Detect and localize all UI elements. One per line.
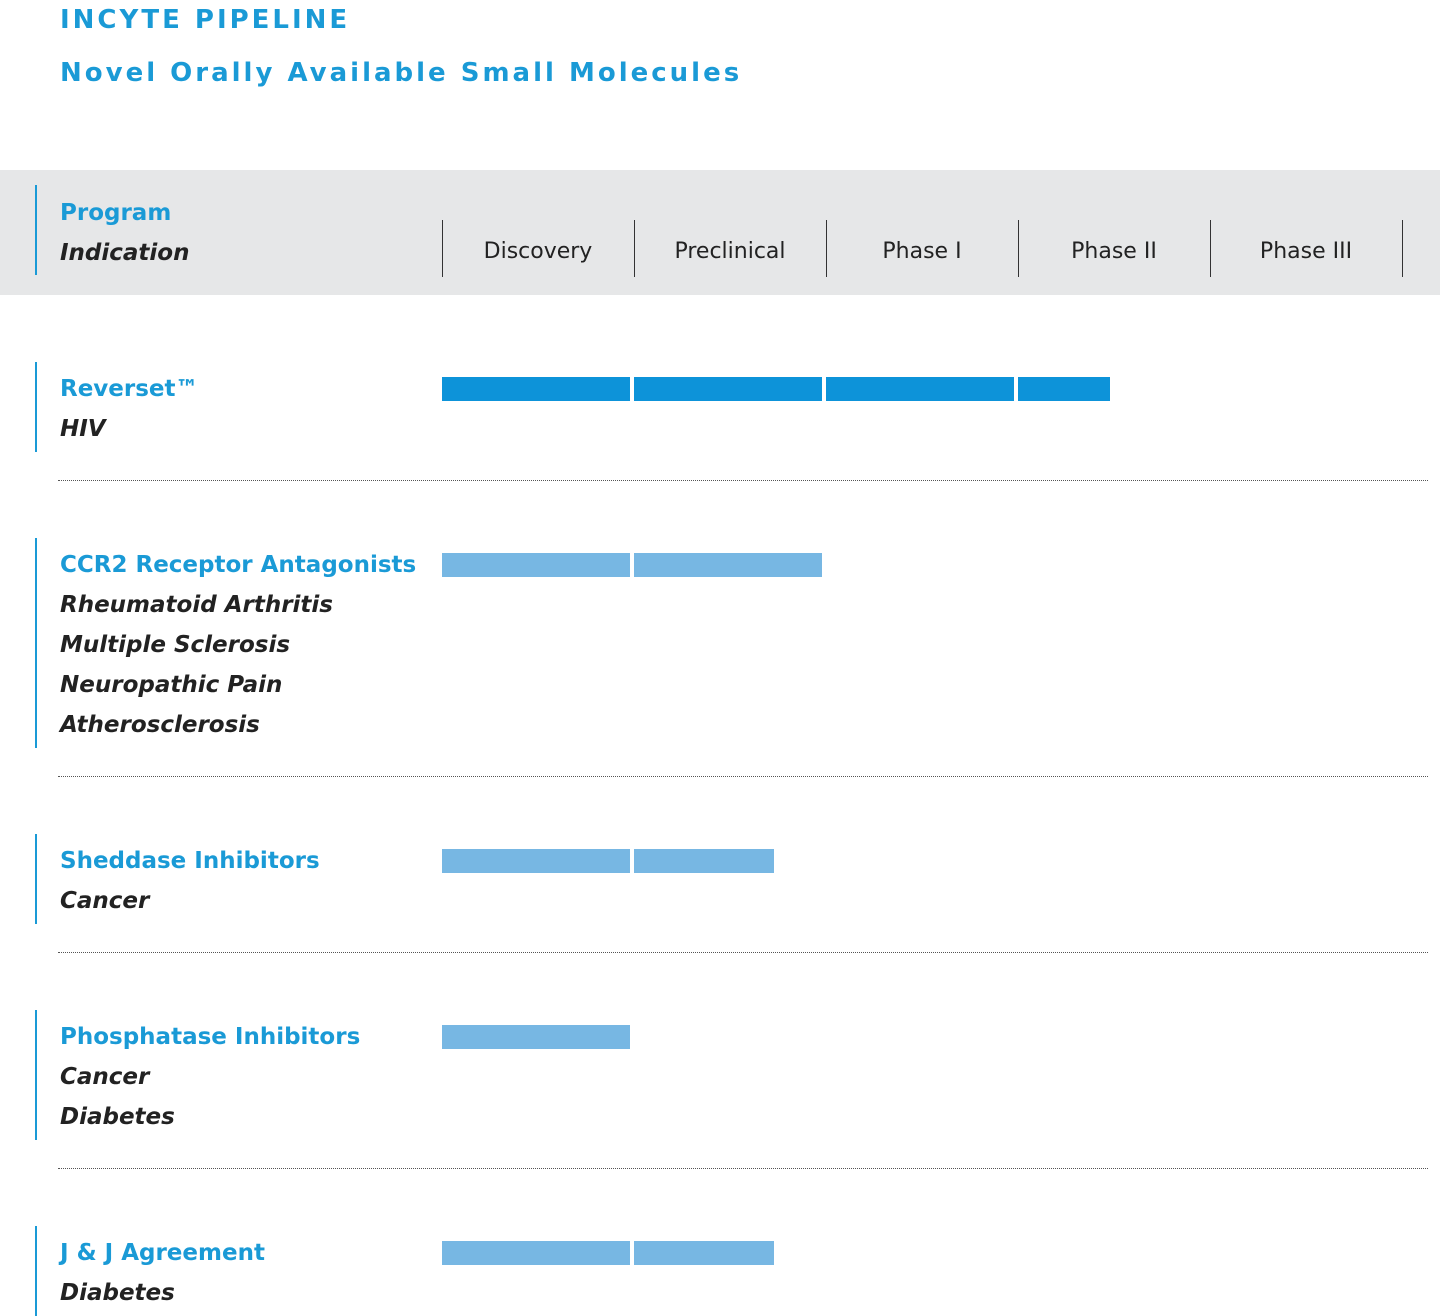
program-name: J & J Agreement [60,1240,265,1266]
program-indication: Cancer [60,888,150,914]
row-accent-bar [35,538,37,748]
phase-label: Discovery [483,239,593,264]
row-separator [58,776,1428,777]
progress-bar-segment [442,1025,630,1049]
program-name: Sheddase Inhibitors [60,848,320,874]
row-separator [58,952,1428,953]
progress-bar-segment [826,377,1014,401]
program-indication: Cancer [60,1064,150,1090]
progress-bar-segment [442,377,630,401]
program-indication: Rheumatoid Arthritis [60,592,334,618]
progress-bar-segment [634,553,822,577]
row-accent-bar [35,1226,37,1316]
program-name: Reverset™ [60,376,199,402]
row-accent-bar [35,1010,37,1140]
program-name: Phosphatase Inhibitors [60,1024,361,1050]
page-subtitle: Novel Orally Available Small Molecules [60,58,743,88]
phase-label: Phase III [1259,239,1353,264]
progress-bar-segment [442,553,630,577]
program-indication: Diabetes [60,1104,175,1130]
program-indication: Multiple Sclerosis [60,632,291,658]
header-accent-bar [35,185,37,275]
page-title: INCYTE PIPELINE [60,5,351,35]
progress-bar-segment [634,849,774,873]
program-indication: Diabetes [60,1280,175,1306]
row-accent-bar [35,362,37,452]
progress-bar-segment [634,1241,774,1265]
program-name: CCR2 Receptor Antagonists [60,552,417,578]
progress-bar-segment [442,849,630,873]
program-indication: HIV [60,416,106,442]
progress-bar-segment [634,377,822,401]
row-separator [58,1168,1428,1169]
program-indication: Atherosclerosis [60,712,260,738]
progress-bar-segment [1018,377,1110,401]
phase-label: Phase II [1071,239,1157,264]
program-indication: Neuropathic Pain [60,672,283,698]
header-indication-label: Indication [60,240,190,266]
progress-bar-segment [442,1241,630,1265]
column-header-band [0,170,1440,295]
header-program-label: Program [60,200,172,226]
phase-label: Preclinical [674,239,786,264]
row-separator [58,480,1428,481]
phase-divider [1402,220,1403,277]
row-accent-bar [35,834,37,924]
phase-label: Phase I [882,239,962,264]
